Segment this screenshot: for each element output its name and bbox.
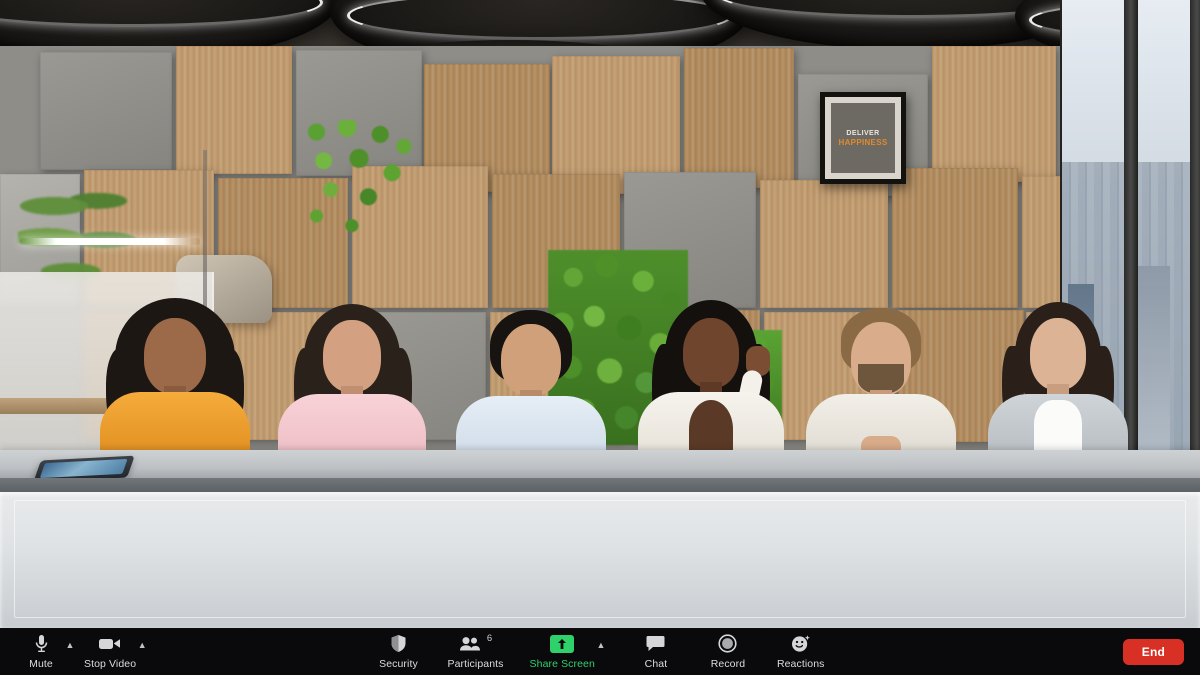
security-button[interactable]: Security	[375, 634, 421, 670]
chat-label: Chat	[644, 657, 668, 670]
toolbar-left-group: Mute ▲ Stop Video ▲	[0, 634, 148, 670]
record-icon	[718, 634, 738, 654]
framed-poster: DELIVER HAPPINESS	[820, 92, 906, 184]
stop-video-button[interactable]: Stop Video	[84, 634, 136, 670]
end-meeting-button[interactable]: End	[1122, 638, 1184, 665]
record-label: Record	[710, 657, 746, 670]
reactions-button[interactable]: Reactions	[777, 634, 825, 670]
poster-mat: DELIVER HAPPINESS	[825, 97, 901, 179]
participant-3	[456, 304, 606, 458]
share-screen-group: Share Screen ▲	[530, 634, 607, 670]
reactions-smiley-icon	[791, 634, 811, 654]
share-screen-label: Share Screen	[529, 657, 595, 670]
zoom-meeting-window: DELIVER HAPPINESS Mute ▲ Stop Video ▲ Se…	[0, 0, 1200, 675]
participant-face	[144, 318, 206, 394]
wall-panel	[892, 168, 1018, 308]
mute-label: Mute	[29, 657, 53, 670]
meeting-toolbar: Mute ▲ Stop Video ▲ Security 6 Participa…	[0, 628, 1200, 675]
chat-button[interactable]: Chat	[633, 634, 679, 670]
wall-panel	[760, 180, 888, 308]
participants-count-badge: 6	[486, 633, 493, 644]
participant-torso	[456, 396, 606, 458]
linear-ceiling-light	[20, 238, 200, 245]
participant-face	[501, 324, 561, 396]
participant-6	[988, 298, 1128, 458]
participants-label: Participants	[447, 657, 504, 670]
poster-line-2: HAPPINESS	[838, 137, 888, 147]
conference-table-front-panel	[0, 492, 1200, 628]
toolbar-center-group: Security 6 Participants Share Screen ▲ C…	[0, 633, 1200, 670]
reactions-label: Reactions	[776, 657, 825, 670]
poster-art: DELIVER HAPPINESS	[831, 103, 895, 173]
mute-button[interactable]: Mute	[18, 634, 64, 670]
participant-face	[323, 320, 381, 392]
participant-face	[1030, 318, 1086, 390]
window-mullion	[1190, 0, 1200, 462]
participant-4	[638, 298, 784, 458]
video-options-chevron-up-icon[interactable]: ▲	[136, 635, 148, 655]
security-label: Security	[379, 657, 418, 670]
participant-1	[100, 296, 250, 458]
wall-panel	[40, 52, 172, 170]
stop-video-group: Stop Video ▲	[84, 634, 148, 670]
hanging-vine-plant	[300, 120, 418, 240]
meeting-video-stage[interactable]: DELIVER HAPPINESS	[0, 0, 1200, 628]
poster-line-1: DELIVER	[846, 129, 880, 137]
share-screen-icon	[550, 634, 575, 654]
participant-5	[806, 302, 956, 458]
mute-group: Mute ▲	[18, 634, 76, 670]
shield-icon	[390, 634, 407, 654]
conference-table-edge	[0, 478, 1200, 492]
record-button[interactable]: Record	[705, 634, 751, 670]
wall-panel	[684, 48, 794, 188]
microphone-icon	[34, 634, 49, 654]
participant-2	[278, 300, 426, 458]
mute-options-chevron-up-icon[interactable]: ▲	[64, 635, 76, 655]
participants-button[interactable]: 6 Participants	[447, 633, 504, 670]
participant-torso	[100, 392, 250, 458]
video-camera-icon	[98, 634, 122, 654]
toolbar-right-group: End	[1122, 638, 1184, 665]
stop-video-label: Stop Video	[84, 657, 137, 670]
share-screen-button[interactable]: Share Screen	[530, 634, 595, 670]
wall-panel	[176, 46, 292, 174]
wall-panel	[932, 46, 1056, 182]
participant-face	[683, 318, 739, 388]
share-options-chevron-up-icon[interactable]: ▲	[595, 635, 607, 655]
people-icon: 6	[459, 633, 493, 654]
chat-bubble-icon	[646, 634, 665, 654]
participant-torso	[278, 394, 426, 458]
